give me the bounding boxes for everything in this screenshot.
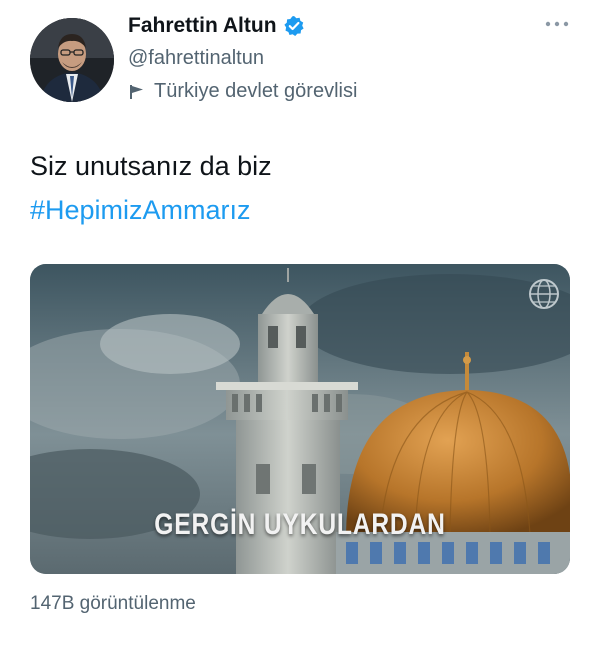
author-avatar[interactable]: [30, 18, 114, 102]
tweet-media-video[interactable]: GERGİN UYKULARDAN: [30, 264, 570, 574]
verified-badge-icon: [283, 15, 305, 37]
video-caption: GERGİN UYKULARDAN: [154, 508, 446, 541]
author-handle[interactable]: @fahrettinaltun: [128, 47, 264, 70]
view-count: 147B görüntülenme: [30, 593, 196, 614]
account-label[interactable]: Türkiye devlet görevlisi: [128, 80, 357, 103]
tweet-text-line: Siz unutsanız da biz: [30, 151, 272, 181]
author-name-row[interactable]: Fahrettin Altun: [128, 14, 305, 38]
author-name[interactable]: Fahrettin Altun: [128, 14, 277, 38]
more-options-icon[interactable]: [544, 16, 570, 32]
account-label-text: Türkiye devlet görevlisi: [154, 80, 358, 102]
flag-icon: [128, 83, 146, 101]
hashtag-link[interactable]: #HepimizAmmarız: [30, 188, 272, 232]
tweet-text: Siz unutsanız da biz #HepimizAmmarız: [30, 144, 272, 232]
